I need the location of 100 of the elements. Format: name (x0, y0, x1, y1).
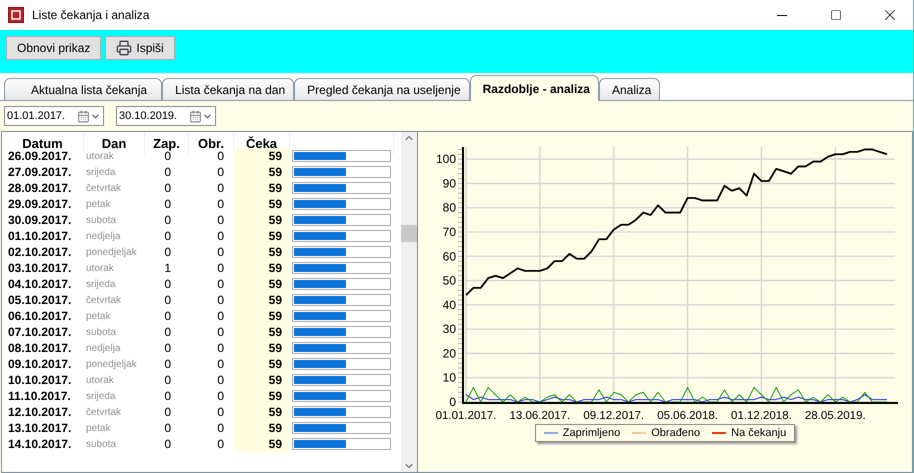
x-tick-label: 09.12.2017. (583, 410, 644, 422)
day-cell-text: subota (85, 214, 118, 228)
table-cell-text: 0 (163, 180, 172, 196)
table-cell-text: 0 (216, 212, 225, 228)
table-cell-text: 0 (216, 196, 225, 212)
window-title: Liste čekanja i analiza (32, 8, 150, 22)
waiting-cell: 59 (234, 260, 290, 276)
table-cell-text: 0 (216, 372, 225, 388)
calendar-icon (77, 110, 90, 122)
table-cell-text: 0 (163, 340, 172, 356)
date-cell-text: 01.10.2017. (7, 228, 72, 244)
tab[interactable]: Aktualna lista čekanja (4, 78, 162, 101)
tab[interactable]: Razdoblje - analiza (470, 75, 599, 101)
date-cell-text: 03.10.2017. (7, 260, 72, 276)
waiting-cell: 59 (234, 388, 290, 404)
waiting-cell: 59 (234, 212, 290, 228)
waiting-cell: 59 (234, 228, 290, 244)
waiting-cell: 59 (234, 196, 290, 212)
x-tick-label: 13.06.2017. (509, 410, 570, 422)
table-cell-text: 0 (163, 372, 172, 388)
table-cell-text: 0 (216, 260, 225, 276)
table-cell-text: 0 (216, 388, 225, 404)
table-cell-text: 0 (216, 308, 225, 324)
day-cell-text: ponedjeljak (85, 246, 138, 260)
date-cell-text: 06.10.2017. (7, 308, 72, 324)
table-cell-text: 0 (216, 180, 225, 196)
date-cell-text: 05.10.2017. (7, 292, 72, 308)
waiting-cell: 59 (234, 324, 290, 340)
tab[interactable]: Pregled čekanja na useljenje (294, 78, 470, 101)
app-icon (8, 7, 24, 23)
y-tick-label: 90 (442, 176, 456, 190)
table-cell-text: 0 (216, 228, 225, 244)
date-cell-text: 08.10.2017. (7, 340, 72, 356)
date-cell-text: 28.09.2017. (7, 180, 72, 196)
waiting-cell: 59 (234, 340, 290, 356)
tab[interactable]: Analiza (598, 78, 660, 101)
y-tick-label: 10 (442, 370, 456, 385)
date-cell-text: 02.10.2017. (7, 244, 72, 260)
waiting-cell: 59 (234, 308, 290, 324)
legend-label: Na čekanju (731, 427, 786, 439)
date-cell-text: 12.10.2017. (7, 404, 72, 420)
day-cell-text: petak (85, 198, 112, 212)
day-cell-text: utorak (85, 374, 115, 388)
table-cell-text: 0 (163, 196, 172, 212)
table-cell-text: 0 (216, 324, 225, 340)
waiting-cell: 59 (234, 292, 290, 308)
table-cell-text: 0 (163, 276, 172, 292)
calendar-icon (189, 110, 202, 122)
day-cell-text: srijeda (85, 166, 116, 180)
date-field[interactable]: 01.01.2017. (4, 106, 104, 126)
table-cell-text: 0 (163, 324, 172, 340)
day-cell-text: petak (85, 422, 112, 436)
maximize-icon (830, 9, 842, 21)
date-cell-text: 30.09.2017. (7, 212, 72, 228)
scroll-thumb[interactable] (401, 225, 417, 242)
waiting-cell: 59 (234, 276, 290, 292)
date-cell-text: 27.09.2017. (7, 164, 72, 180)
scrollbar[interactable] (401, 132, 417, 472)
x-tick-label: 28.05.2019. (804, 410, 866, 422)
table-cell-text: 0 (216, 164, 225, 180)
waiting-cell: 59 (234, 372, 290, 388)
waiting-cell: 59 (234, 164, 290, 180)
table-cell-text: 0 (163, 244, 172, 260)
table-cell-text: 0 (163, 164, 172, 180)
day-cell-text: srijeda (85, 278, 116, 292)
date-cell-text: 07.10.2017. (7, 324, 72, 340)
waiting-cell: 59 (234, 356, 290, 372)
y-tick-label: 100 (436, 152, 456, 166)
day-cell-text: petak (85, 310, 112, 324)
table-cell-text: 0 (216, 404, 225, 420)
table-cell-text: 0 (163, 356, 172, 372)
day-cell-text: četvrtak (85, 406, 122, 420)
print-button[interactable]: Ispiši (105, 36, 175, 60)
x-tick-label: 01.12.2018. (731, 410, 792, 422)
table-cell-text: 0 (216, 244, 225, 260)
tab[interactable]: Lista čekanja na dan (162, 78, 294, 101)
day-cell-text: četvrtak (85, 294, 122, 308)
refresh-button[interactable]: Obnovi prikaz (6, 36, 102, 60)
y-tick-label: 30 (442, 322, 456, 336)
waiting-cell: 59 (234, 180, 290, 196)
x-tick-label: 05.06.2018. (657, 410, 718, 422)
table-cell-text: 0 (216, 292, 225, 308)
printer-icon (116, 40, 132, 56)
table-cell-text: 0 (216, 276, 225, 292)
y-tick-label: 20 (442, 346, 456, 360)
date-field[interactable]: 30.10.2019. (116, 106, 216, 126)
waiting-cell: 59 (234, 404, 290, 420)
date-cell-text: 29.09.2017. (7, 196, 72, 212)
day-cell-text: srijeda (85, 390, 116, 404)
minimize-icon (777, 14, 787, 16)
y-tick-label: 70 (442, 225, 456, 239)
date-cell-text: 09.10.2017. (7, 356, 72, 372)
table-cell-text: 0 (163, 420, 172, 436)
x-tick-label: 01.01.2017. (436, 410, 496, 422)
day-cell-text: ponedjeljak (85, 358, 138, 372)
table-cell-text: 0 (216, 436, 225, 452)
table-cell-text: 1 (163, 260, 172, 276)
day-cell-text: subota (85, 326, 118, 340)
day-cell-text: nedjelja (85, 342, 122, 356)
table-cell-text: 0 (163, 292, 172, 308)
